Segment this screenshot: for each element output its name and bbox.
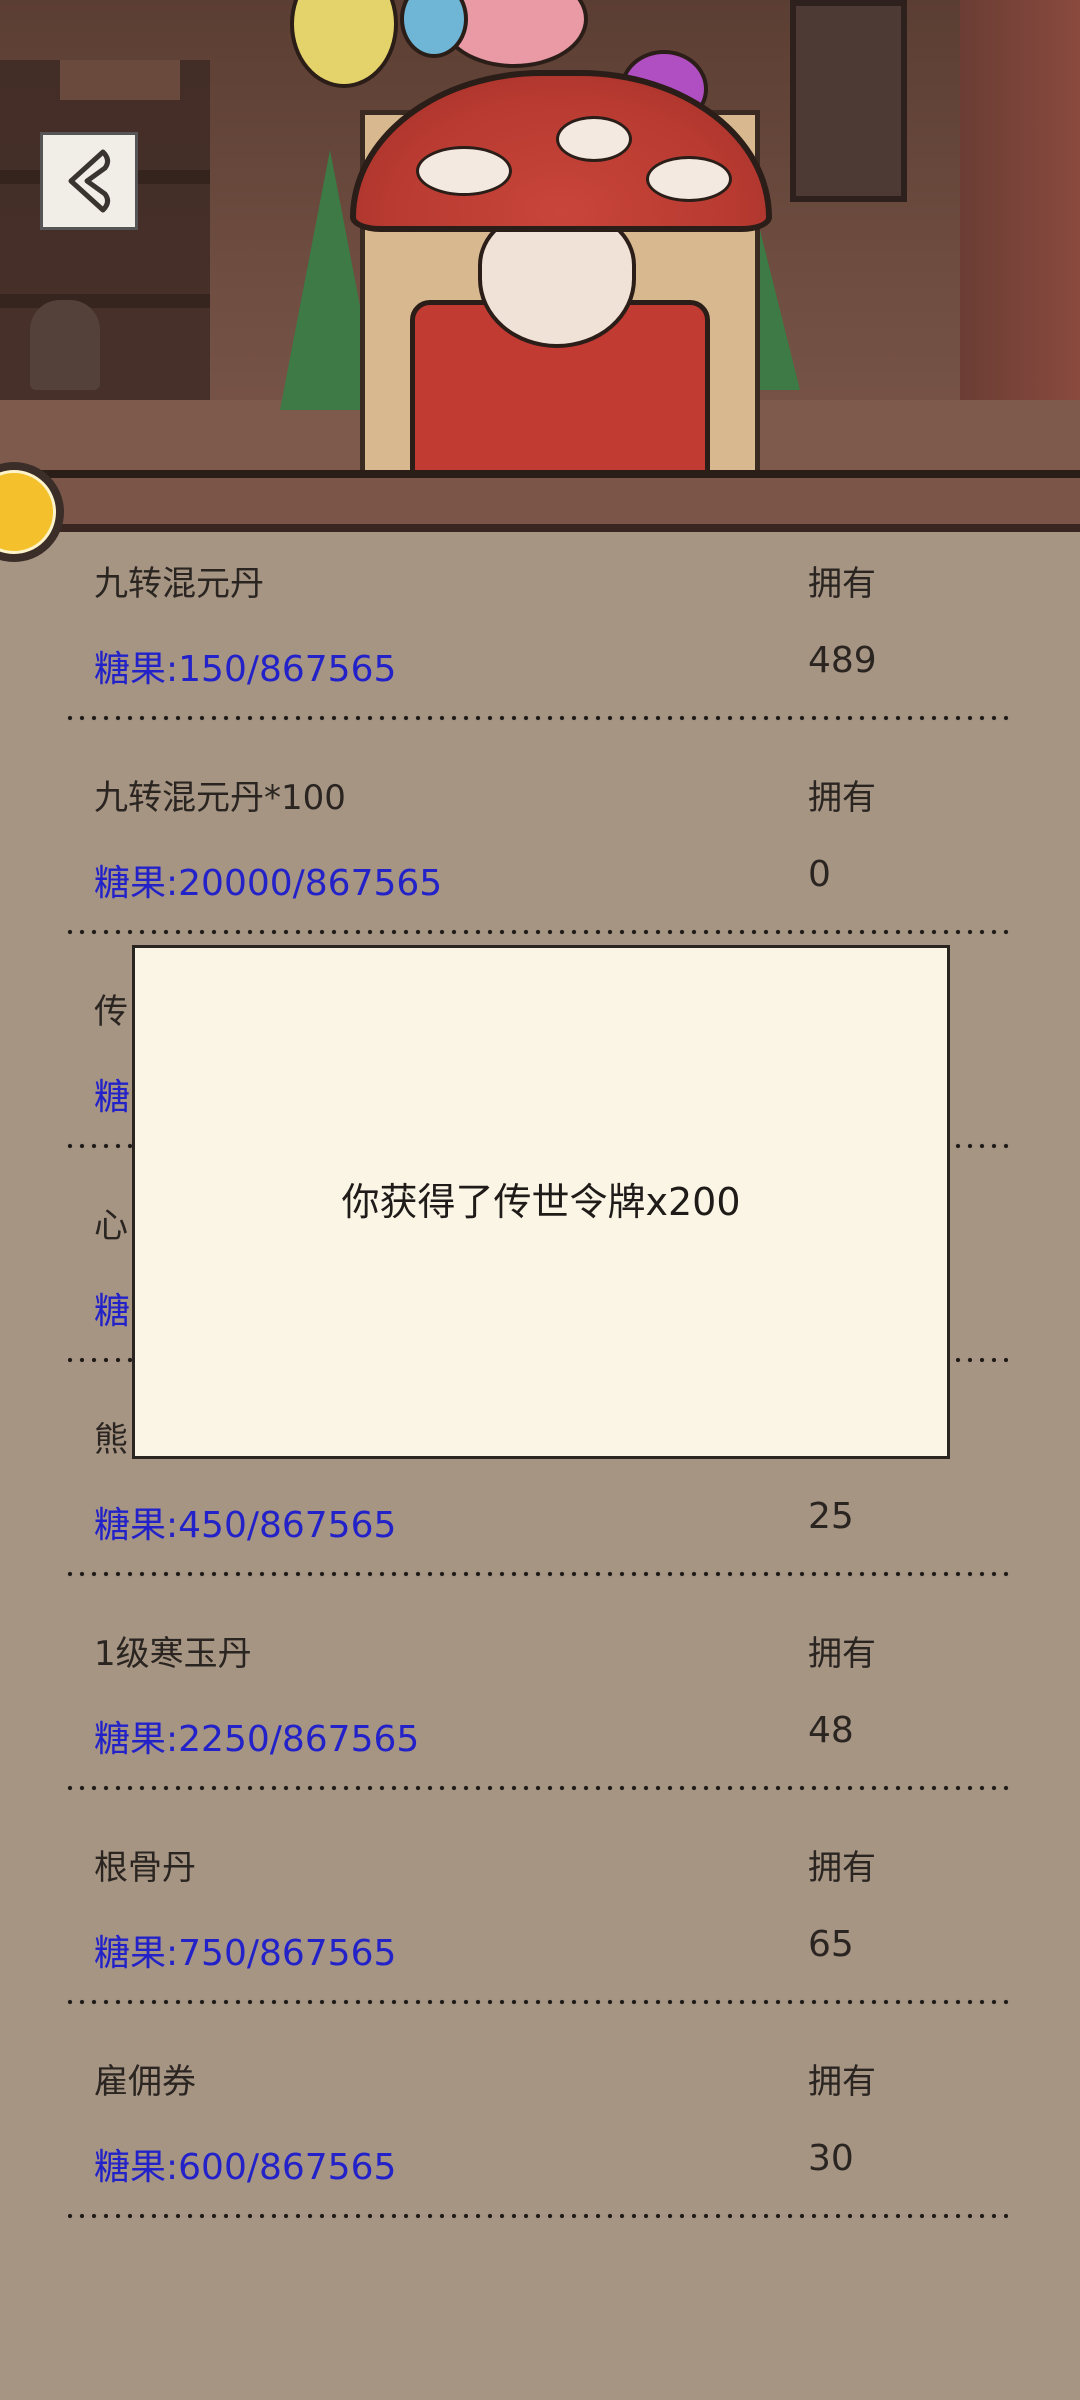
dialog-message: 你获得了传世令牌x200 bbox=[341, 1179, 741, 1224]
divider-plank bbox=[0, 470, 1080, 532]
owned-count: 30 bbox=[808, 2138, 854, 2179]
hat-cloud bbox=[556, 116, 632, 162]
wall-picture bbox=[790, 0, 907, 202]
character-hat bbox=[350, 70, 772, 232]
owned-count: 489 bbox=[808, 640, 877, 681]
owned-count: 48 bbox=[808, 1710, 854, 1751]
item-price[interactable]: 糖果:20000/867565 bbox=[94, 854, 442, 906]
owned-count: 65 bbox=[808, 1924, 854, 1965]
shop-item[interactable]: 1级寒玉丹 拥有 糖果:2250/867565 48 bbox=[64, 1602, 1014, 1816]
reward-dialog[interactable]: 你获得了传世令牌x200 bbox=[132, 945, 950, 1459]
dotted-divider bbox=[64, 1999, 1014, 2005]
shop-item[interactable]: 九转混元丹 拥有 糖果:150/867565 489 bbox=[64, 532, 1014, 746]
dotted-divider bbox=[64, 929, 1014, 935]
dotted-divider bbox=[64, 1571, 1014, 1577]
hat-cloud bbox=[646, 156, 732, 202]
item-name: 心 bbox=[94, 1206, 128, 1246]
owned-label: 拥有 bbox=[808, 564, 876, 604]
item-name: 传 bbox=[94, 992, 128, 1032]
item-price[interactable]: 糖果:2250/867565 bbox=[94, 1710, 419, 1762]
item-name: 根骨丹 bbox=[94, 1848, 196, 1888]
item-name: 雇佣券 bbox=[94, 2062, 196, 2102]
owned-count: 25 bbox=[808, 1496, 854, 1537]
item-price[interactable]: 糖果:750/867565 bbox=[94, 1924, 396, 1976]
shop-item[interactable]: 根骨丹 拥有 糖果:750/867565 65 bbox=[64, 1816, 1014, 2030]
balloon-yellow bbox=[290, 0, 398, 88]
hat-cloud bbox=[416, 146, 512, 196]
dotted-divider bbox=[64, 2213, 1014, 2219]
owned-label: 拥有 bbox=[808, 1634, 876, 1674]
item-price[interactable]: 糖 bbox=[94, 1068, 130, 1120]
teapot bbox=[30, 300, 100, 390]
dotted-divider bbox=[64, 715, 1014, 721]
item-name: 1级寒玉丹 bbox=[94, 1634, 252, 1674]
header-scene-illustration bbox=[0, 0, 1080, 470]
avatar-icon bbox=[0, 470, 56, 554]
back-arrow-icon bbox=[68, 149, 111, 213]
owned-label: 拥有 bbox=[808, 778, 876, 818]
shop-item[interactable]: 雇佣券 拥有 糖果:600/867565 30 bbox=[64, 2030, 1014, 2244]
item-name: 九转混元丹*100 bbox=[94, 778, 346, 818]
item-name: 熊 bbox=[94, 1420, 128, 1460]
owned-label: 拥有 bbox=[808, 1848, 876, 1888]
item-price[interactable]: 糖果:600/867565 bbox=[94, 2138, 396, 2190]
item-name: 九转混元丹 bbox=[94, 564, 264, 604]
item-price[interactable]: 糖 bbox=[94, 1282, 130, 1334]
item-price[interactable]: 糖果:450/867565 bbox=[94, 1496, 396, 1548]
owned-count: 0 bbox=[808, 854, 831, 895]
item-price[interactable]: 糖果:150/867565 bbox=[94, 640, 396, 692]
dotted-divider bbox=[64, 1785, 1014, 1791]
owned-label: 拥有 bbox=[808, 2062, 876, 2102]
book bbox=[60, 60, 180, 100]
shop-item[interactable]: 九转混元丹*100 拥有 糖果:20000/867565 0 bbox=[64, 746, 1014, 960]
back-button[interactable] bbox=[40, 132, 138, 230]
